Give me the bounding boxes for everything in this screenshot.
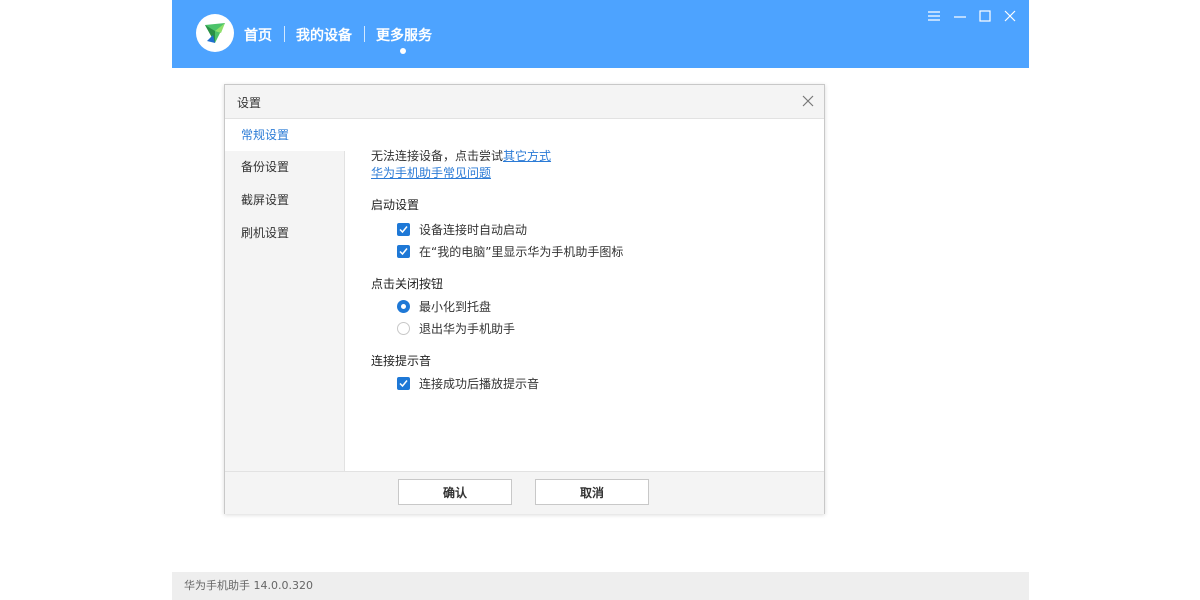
- checkbox-checked-icon: [397, 244, 410, 258]
- nav-separator: [284, 26, 285, 42]
- sidebar-item-screenshot[interactable]: 截屏设置: [225, 184, 345, 216]
- settings-dialog: 设置 常规设置 备份设置 截屏设置 刷机设置 无法连接设备，点击尝试其它方式 华…: [224, 84, 825, 514]
- settings-sidebar: 常规设置 备份设置 截屏设置 刷机设置: [225, 119, 346, 471]
- checkbox-connect-sound[interactable]: 连接成功后播放提示音: [397, 375, 539, 391]
- dialog-title: 设置: [237, 96, 262, 110]
- nav-separator: [364, 26, 365, 42]
- section-title-sound: 连接提示音: [371, 354, 432, 368]
- section-title-close: 点击关闭按钮: [371, 277, 444, 291]
- checkbox-show-icon[interactable]: 在“我的电脑”里显示华为手机助手图标: [397, 243, 623, 259]
- nav-more-services[interactable]: 更多服务: [376, 25, 432, 45]
- other-methods-link[interactable]: 其它方式: [503, 149, 551, 163]
- section-title-startup: 启动设置: [371, 198, 420, 212]
- settings-content: 无法连接设备，点击尝试其它方式 华为手机助手常见问题 启动设置 设备连接时自动启…: [371, 119, 811, 469]
- status-bar: 华为手机助手 14.0.0.320: [172, 572, 1029, 600]
- intro-text: 无法连接设备，点击尝试: [371, 149, 504, 163]
- minimize-icon[interactable]: [952, 8, 968, 24]
- option-label: 最小化到托盘: [419, 299, 492, 314]
- confirm-button[interactable]: 确认: [398, 479, 512, 505]
- dialog-footer: 确认 取消: [225, 471, 824, 514]
- menu-icon[interactable]: [926, 8, 942, 24]
- radio-exit-app[interactable]: 退出华为手机助手: [397, 320, 515, 336]
- sidebar-item-general[interactable]: 常规设置: [225, 119, 346, 151]
- sidebar-item-flash[interactable]: 刷机设置: [225, 217, 345, 249]
- radio-selected-icon: [397, 299, 410, 313]
- radio-unselected-icon: [397, 321, 410, 335]
- cancel-button[interactable]: 取消: [535, 479, 649, 505]
- dialog-close-icon[interactable]: [800, 93, 816, 109]
- checkbox-auto-start[interactable]: 设备连接时自动启动: [397, 221, 527, 237]
- radio-minimize-tray[interactable]: 最小化到托盘: [397, 298, 491, 314]
- connection-help-text: 无法连接设备，点击尝试其它方式: [371, 147, 551, 164]
- top-bar: 首页 我的设备 更多服务: [172, 0, 1029, 68]
- option-label: 退出华为手机助手: [419, 321, 516, 336]
- checkbox-checked-icon: [397, 376, 410, 390]
- close-icon[interactable]: [1002, 8, 1018, 24]
- nav-active-indicator: [400, 48, 406, 54]
- sidebar-item-backup[interactable]: 备份设置: [225, 151, 345, 183]
- dialog-header: 设置: [225, 85, 824, 119]
- option-label: 连接成功后播放提示音: [419, 376, 540, 391]
- maximize-icon[interactable]: [977, 8, 993, 24]
- faq-link[interactable]: 华为手机助手常见问题: [371, 164, 491, 181]
- option-label: 在“我的电脑”里显示华为手机助手图标: [419, 244, 624, 259]
- app-logo-icon: [196, 14, 234, 52]
- nav-home[interactable]: 首页: [244, 25, 272, 45]
- checkbox-checked-icon: [397, 222, 410, 236]
- nav-my-devices[interactable]: 我的设备: [296, 25, 352, 45]
- option-label: 设备连接时自动启动: [419, 222, 528, 237]
